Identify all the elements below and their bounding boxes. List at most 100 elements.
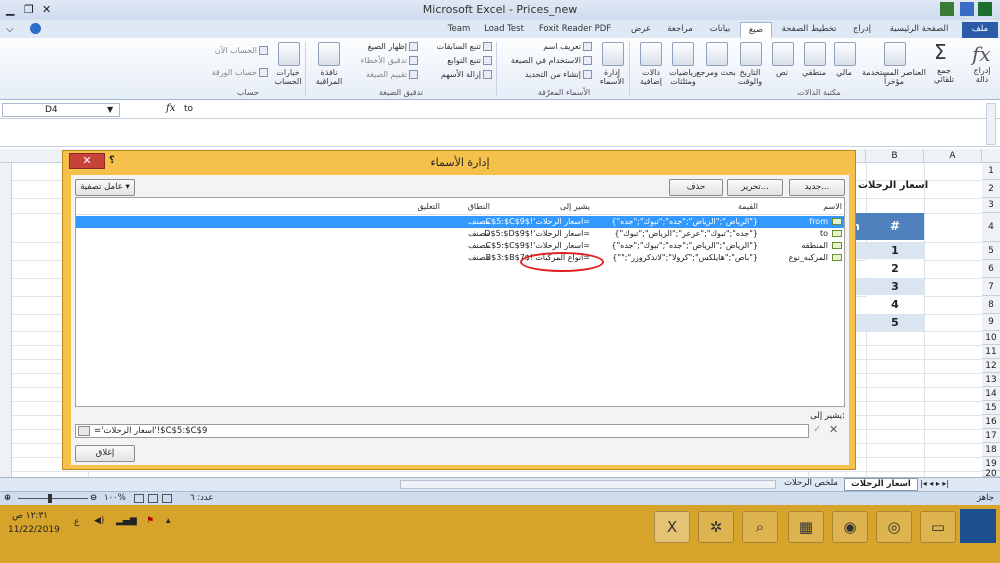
tab-file[interactable]: ملف xyxy=(962,22,998,38)
row-header[interactable]: 6 xyxy=(982,260,1000,278)
collapse-dialog-icon[interactable] xyxy=(78,426,90,436)
fx-icon[interactable]: fx xyxy=(166,103,175,114)
help-icon[interactable] xyxy=(30,23,41,34)
cell-b4-header[interactable]: # xyxy=(866,213,924,240)
name-box[interactable]: D4 ▼ xyxy=(2,103,120,117)
clock-time[interactable]: ١٢:٣١ ص xyxy=(12,511,48,521)
cell-b8[interactable]: 4 xyxy=(866,296,924,313)
row-header[interactable]: 10 xyxy=(982,331,1000,345)
tab-view[interactable]: عرض xyxy=(624,22,658,38)
date-time-icon[interactable] xyxy=(740,42,762,66)
column-header-a[interactable]: A xyxy=(924,149,982,163)
row-header[interactable]: 8 xyxy=(982,296,1000,314)
row-header[interactable]: 7 xyxy=(982,278,1000,296)
vertical-scrollbar[interactable] xyxy=(0,163,12,477)
name-row[interactable]: المركبه_نوع {"باص";"هايلكس";"كرولا";"لاند… xyxy=(76,252,844,264)
row-header[interactable]: 15 xyxy=(982,401,1000,415)
autosum-icon[interactable]: Σ xyxy=(934,40,947,64)
row-header[interactable]: 12 xyxy=(982,359,1000,373)
row-header[interactable]: 11 xyxy=(982,345,1000,359)
define-name-button[interactable]: تعريف اسم xyxy=(500,42,592,51)
file-explorer-icon[interactable]: ▭ xyxy=(920,511,956,543)
name-row[interactable]: المنطقه {"الرياض";"الرياض";"جده";"تبوك";"… xyxy=(76,240,844,252)
show-formulas-button[interactable]: إظهار الصيغ xyxy=(350,42,418,51)
row-header[interactable]: 1 xyxy=(982,163,1000,180)
trace-precedents-button[interactable]: تتبع السابقات xyxy=(420,42,492,51)
select-all-corner[interactable] xyxy=(982,149,1000,163)
calculate-sheet-button[interactable]: حساب الورقة xyxy=(192,68,268,77)
row-header[interactable]: 3 xyxy=(982,198,1000,213)
trace-dependents-button[interactable]: تتبع التوابع xyxy=(420,56,492,65)
name-manager-icon[interactable] xyxy=(602,42,624,66)
watch-window-icon[interactable] xyxy=(318,42,340,66)
evaluate-formula-button[interactable]: تقييم الصيغة xyxy=(350,70,418,79)
refers-to-input[interactable]: ='اسعار الرحلات'!$C$5:$C$9 xyxy=(75,424,809,438)
tab-review[interactable]: مراجعة xyxy=(660,22,700,38)
calculation-options-icon[interactable] xyxy=(278,42,300,66)
header-scope[interactable]: النطاق xyxy=(468,202,490,211)
logical-label[interactable]: منطقي xyxy=(796,68,832,77)
sheet-tab-summary[interactable]: ملخص الرحلات xyxy=(780,478,842,491)
confirm-check-icon[interactable]: ✓ xyxy=(813,424,821,435)
row-header[interactable]: 5 xyxy=(982,242,1000,260)
use-in-formula-button[interactable]: الاستخدام في الصيغة xyxy=(500,56,592,65)
page-layout-view-icon[interactable] xyxy=(148,494,158,503)
search-app-icon[interactable]: ⌕ xyxy=(742,511,778,543)
restore-icon[interactable]: ❐ xyxy=(24,3,34,16)
create-from-selection-button[interactable]: إنشاء من التحديد xyxy=(500,70,592,79)
filter-button[interactable]: عامل تصفية ▾ xyxy=(75,179,135,196)
row-header[interactable]: 4 xyxy=(982,213,1000,242)
excel-taskbar-icon[interactable]: X xyxy=(654,511,690,543)
insert-function-icon[interactable]: fx xyxy=(972,42,991,66)
math-icon[interactable] xyxy=(672,42,694,66)
save-icon[interactable] xyxy=(960,2,974,16)
cell-b2-title[interactable]: اسعار الرحلات xyxy=(858,180,928,191)
formula-expanded-area[interactable] xyxy=(0,119,1000,147)
more-functions-icon[interactable] xyxy=(640,42,662,66)
calculator-icon[interactable]: ▦ xyxy=(788,511,824,543)
cell-b7[interactable]: 3 xyxy=(866,278,924,295)
recent-functions-icon[interactable] xyxy=(884,42,906,66)
row-header[interactable]: 18 xyxy=(982,443,1000,457)
financial-icon[interactable] xyxy=(834,42,856,66)
recent-functions-label[interactable]: العناصر المستخدمة مؤخراً xyxy=(862,68,926,86)
financial-label[interactable]: مالي xyxy=(828,68,860,77)
dialog-help-icon[interactable]: ؟ xyxy=(109,155,115,166)
ribbon-expand-icon[interactable]: ⌵ xyxy=(6,24,14,35)
tab-team[interactable]: Team xyxy=(440,22,478,38)
clock-date[interactable]: 11/22/2019 xyxy=(8,525,60,535)
media-icon[interactable]: ✲ xyxy=(698,511,734,543)
status-zoom[interactable]: ١٠٠% xyxy=(104,492,126,505)
minimize-icon[interactable]: ▁ xyxy=(6,3,14,16)
header-name[interactable]: الاسم xyxy=(823,202,842,211)
row-header[interactable]: 9 xyxy=(982,314,1000,331)
row-header[interactable]: 13 xyxy=(982,373,1000,387)
names-list[interactable]: الاسم القيمة يشير إلى النطاق التعليق fro… xyxy=(75,197,845,407)
edit-name-button[interactable]: تحرير... xyxy=(727,179,783,196)
chrome-icon[interactable]: ◎ xyxy=(876,511,912,543)
header-value[interactable]: القيمة xyxy=(738,202,758,211)
dialog-close-icon[interactable]: ✕ xyxy=(69,153,105,169)
autosum-label[interactable]: جمع تلقائي xyxy=(926,66,962,84)
row-header[interactable]: 14 xyxy=(982,387,1000,401)
notification-icon[interactable]: ⚑ xyxy=(146,516,154,526)
formula-content[interactable]: to xyxy=(184,104,193,114)
cell-b5[interactable]: 1 xyxy=(866,242,924,259)
tab-foxit[interactable]: Foxit Reader PDF xyxy=(530,22,620,38)
zoom-out-icon[interactable]: ⊖ xyxy=(90,492,97,505)
tab-data[interactable]: بيانات xyxy=(702,22,738,38)
error-checking-button[interactable]: تدقيق الأخطاء xyxy=(350,56,418,65)
show-hidden-icons[interactable]: ▴ xyxy=(166,516,171,526)
lookup-icon[interactable] xyxy=(706,42,728,66)
cell-b9[interactable]: 5 xyxy=(866,314,924,331)
sheet-tab-active[interactable]: اسعار الرحلات xyxy=(844,478,918,491)
name-row[interactable]: to {"جده";"تبوك";"عرعر";"الرياض";"تبوك"} =… xyxy=(76,228,844,240)
more-functions-label[interactable]: دالات إضافية xyxy=(630,68,672,86)
header-refers[interactable]: يشير إلى xyxy=(560,202,590,211)
input-language[interactable]: ع xyxy=(74,517,79,527)
new-name-button[interactable]: جديد... xyxy=(789,179,845,196)
firefox-icon[interactable]: ◉ xyxy=(832,511,868,543)
header-comment[interactable]: التعليق xyxy=(417,202,440,211)
start-button-icon[interactable] xyxy=(960,509,996,543)
logical-icon[interactable] xyxy=(804,42,826,66)
